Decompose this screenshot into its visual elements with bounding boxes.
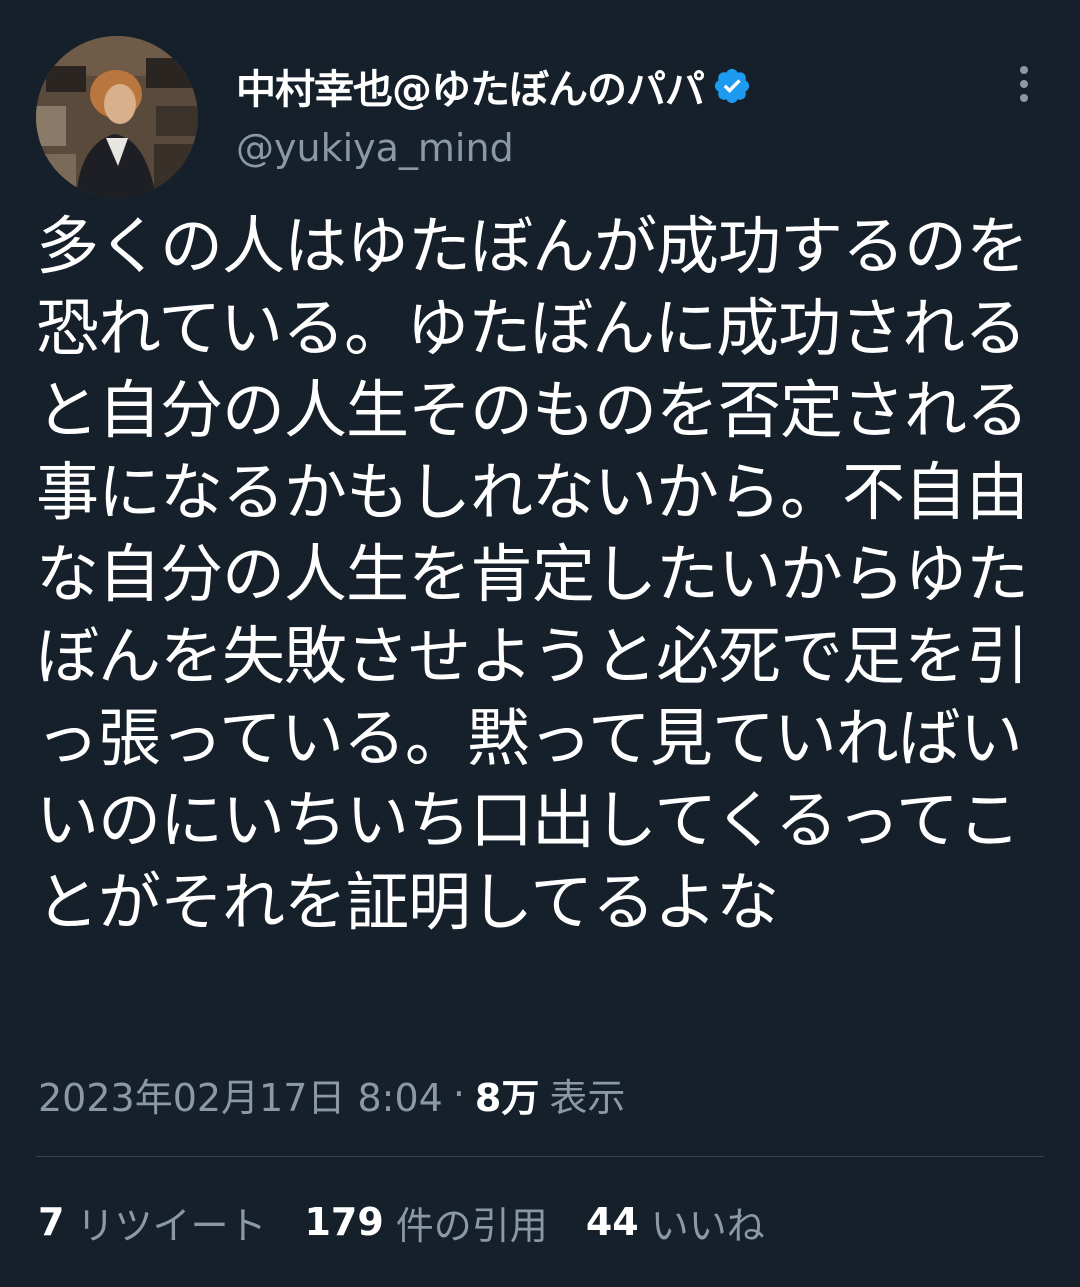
- likes-count: 44: [585, 1200, 639, 1244]
- retweets-label: リツイート: [76, 1203, 267, 1248]
- quotes-label: 件の引用: [395, 1203, 548, 1248]
- meta-separator: ·: [452, 1072, 465, 1116]
- likes-stat[interactable]: 44 いいね: [586, 1195, 765, 1250]
- views-count: 8万: [474, 1075, 540, 1120]
- tweet-timestamp[interactable]: 2023年02月17日 8:04: [38, 1067, 443, 1122]
- tweet-meta: 2023年02月17日 8:04 · 8万 表示: [38, 1066, 625, 1122]
- divider: [36, 1156, 1044, 1157]
- avatar[interactable]: [36, 36, 198, 198]
- quotes-count: 179: [304, 1200, 384, 1244]
- more-options-icon[interactable]: [1012, 62, 1036, 106]
- tweet-stats: 7 リツイート 179 件の引用 44 いいね: [38, 1194, 803, 1250]
- quotes-stat[interactable]: 179 件の引用: [304, 1195, 547, 1250]
- views-label: 表示: [549, 1075, 626, 1120]
- retweets-stat[interactable]: 7 リツイート: [38, 1195, 266, 1250]
- likes-label: いいね: [650, 1203, 765, 1248]
- author-name[interactable]: 中村幸也@ゆたぼんのパパ: [236, 57, 705, 115]
- verified-badge-icon: [712, 66, 752, 106]
- author-handle[interactable]: @yukiya_mind: [236, 126, 514, 170]
- tweet-detail: 中村幸也@ゆたぼんのパパ @yukiya_mind 多くの人はゆたぼんが成功する…: [0, 0, 1080, 1287]
- tweet-text: 多くの人はゆたぼんが成功するのを恐れている。ゆたぼんに成功されると自分の人生その…: [36, 210, 1029, 939]
- author-name-row: 中村幸也@ゆたぼんのパパ: [236, 58, 752, 114]
- retweets-count: 7: [38, 1200, 65, 1244]
